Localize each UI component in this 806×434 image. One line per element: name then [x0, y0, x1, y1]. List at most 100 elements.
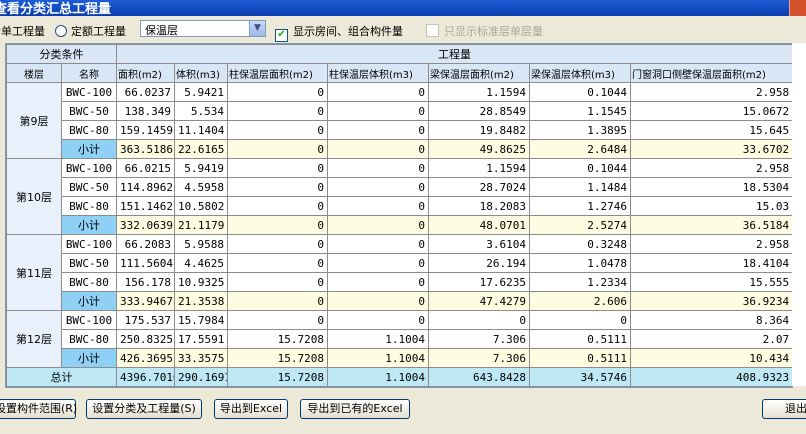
- quantity-cell: 0: [227, 196, 328, 216]
- quantity-cell: 0: [529, 310, 631, 330]
- table-row[interactable]: 第12层 BWC-100 175.537 15.7984 0 0 0 0 8.364: [6, 310, 792, 368]
- set-classification-button[interactable]: 设置分类及工程量(S): [86, 399, 202, 419]
- subtotal-cell: 0: [327, 215, 429, 235]
- quantity-cell: 111.5604: [116, 253, 175, 273]
- quantity-cell: 1.1545: [529, 101, 631, 121]
- options-toolbar: 清单工程量 定额工程量 保温层 ▼ ✔ 显示房间、组合构件量 只显示标准层单层量: [0, 16, 806, 42]
- category-select[interactable]: 保温层 ▼: [140, 20, 266, 37]
- quantity-cell: 19.8482: [428, 120, 530, 140]
- chevron-down-icon[interactable]: ▼: [249, 21, 265, 36]
- component-name-cell: BWC-100: [61, 234, 117, 254]
- component-name-cell: BWC-80: [61, 272, 117, 292]
- component-name-cell: BWC-80: [61, 120, 117, 140]
- quantity-cell: 2.958: [629, 158, 792, 178]
- subtotal-cell: 21.1179: [174, 215, 228, 235]
- total-cell: 643.8428: [428, 367, 530, 387]
- subtotal-cell: 15.7208: [227, 348, 328, 368]
- category-select-value: 保温层: [145, 24, 178, 37]
- quantity-cell: 28.8549: [428, 101, 530, 121]
- export-existing-excel-button[interactable]: 导出到已有的Excel: [300, 399, 410, 419]
- total-cell: 290.1691: [174, 367, 228, 387]
- quantity-cell: 0: [327, 234, 429, 254]
- table-row[interactable]: BWC-50 138.349 5.534 0 0 28.8549 1.1545 15.0672: [7, 101, 792, 121]
- header-columns-row: 楼层 名称 面积(m2) 体积(m3) 柱保温层面积(m2) 柱保温层体积(m3) 梁保温层…: [6, 63, 792, 83]
- component-name-cell: BWC-100: [61, 158, 117, 178]
- table-row[interactable]: BWC-50 111.5604 4.4625 0 0 26.194 1.0478 18.410…: [7, 253, 792, 273]
- column-header: 门窗洞口侧壁保温层面积(m2): [629, 63, 792, 83]
- quantity-cell: 0: [227, 272, 328, 292]
- subtotal-cell: 0.5111: [529, 348, 631, 368]
- header-group-row: 分类条件 工程量: [6, 44, 792, 64]
- subtotal-cell: 332.0639: [116, 215, 175, 235]
- column-header: 面积(m2): [116, 63, 175, 83]
- quantity-cell: 11.1404: [174, 120, 228, 140]
- title-bar: 查看分类汇总工程量: [0, 0, 806, 17]
- quantity-cell: 0: [428, 310, 530, 330]
- component-name-cell: BWC-80: [61, 329, 117, 349]
- table-row[interactable]: BWC-80 156.178 10.9325 0 0 17.6235 1.2334 15.55…: [7, 272, 792, 292]
- column-header: 楼层: [6, 63, 62, 83]
- quantity-cell: 5.9588: [174, 234, 228, 254]
- radio-quota-quantity[interactable]: 定额工程量: [55, 23, 126, 39]
- quantity-cell: 0: [327, 120, 429, 140]
- total-cell: 408.9323: [629, 367, 792, 387]
- quantity-cell: 8.364: [629, 310, 792, 330]
- set-range-button[interactable]: 设置构件范围(R): [0, 399, 77, 419]
- quantity-cell: 0: [227, 310, 328, 330]
- total-cell: 34.5746: [529, 367, 631, 387]
- quantity-cell: 0: [227, 177, 328, 197]
- window-title: 查看分类汇总工程量: [0, 2, 112, 17]
- total-row[interactable]: 总计 4396.7016 290.1691 15.7208 1.1004 643.8428…: [6, 367, 792, 387]
- quantity-cell: 1.1594: [428, 158, 530, 178]
- subtotal-row[interactable]: 小计 333.9467 21.3538 0 0 47.4279 2.606 36.9234: [7, 291, 792, 311]
- subtotal-cell: 47.4279: [428, 291, 530, 311]
- table-row[interactable]: 第10层 BWC-100 66.0215 5.9419 0 0 1.1594 0.1044 2.…: [6, 158, 792, 235]
- vertical-scrollbar[interactable]: [792, 43, 806, 386]
- component-name-cell: BWC-50: [61, 253, 117, 273]
- exit-button[interactable]: 退出: [762, 399, 806, 419]
- component-name-cell: BWC-80: [61, 196, 117, 216]
- radio-bill-quantity[interactable]: 清单工程量: [0, 23, 45, 39]
- quantity-cell: 5.9421: [174, 82, 228, 102]
- quantity-cell: 0: [227, 158, 328, 178]
- subtotal-cell: 36.5184: [629, 215, 792, 235]
- floor-cell: 第11层: [6, 234, 62, 311]
- column-header: 柱保温层面积(m2): [227, 63, 328, 83]
- close-button[interactable]: [789, 0, 806, 16]
- quantity-cell: 0.3248: [529, 234, 631, 254]
- standard-floor-checkbox[interactable]: 只显示标准层单层量: [426, 23, 543, 39]
- quantity-cell: 1.2746: [529, 196, 631, 216]
- quantity-cell: 151.1462: [116, 196, 175, 216]
- subtotal-label: 小计: [61, 215, 117, 235]
- subtotal-row[interactable]: 小计 363.5186 22.6165 0 0 49.8625 2.6484 33.6702: [7, 139, 792, 159]
- floor-cell: 第12层: [6, 310, 62, 368]
- quantity-cell: 15.7984: [174, 310, 228, 330]
- subtotal-row[interactable]: 小计 332.0639 21.1179 0 0 48.0701 2.5274 36.5184: [7, 215, 792, 235]
- floor-cell: 第9层: [6, 82, 62, 159]
- table-row[interactable]: 第9层 BWC-100 66.0237 5.9421 0 0 1.1594 0.1044 2.9…: [6, 82, 792, 159]
- subtotal-cell: 22.6165: [174, 139, 228, 159]
- table-row[interactable]: BWC-80 159.1459 11.1404 0 0 19.8482 1.3895 15.6…: [7, 120, 792, 140]
- column-header: 体积(m3): [174, 63, 228, 83]
- quantity-cell: 4.5958: [174, 177, 228, 197]
- export-excel-button[interactable]: 导出到Excel: [214, 399, 288, 419]
- table-row[interactable]: 第11层 BWC-100 66.2083 5.9588 0 0 3.6104 0.3248 2.…: [6, 234, 792, 311]
- quantity-cell: 17.6235: [428, 272, 530, 292]
- summary-grid: 分类条件 工程量 楼层 名称 面积(m2) 体积(m3) 柱保温层面积(m2) 柱保温层体积(…: [5, 43, 793, 388]
- quantity-cell: 156.178: [116, 272, 175, 292]
- subtotal-cell: 7.306: [428, 348, 530, 368]
- quantity-cell: 0: [327, 177, 429, 197]
- subtotal-cell: 2.606: [529, 291, 631, 311]
- subtotal-label: 小计: [61, 348, 117, 368]
- subtotal-cell: 363.5186: [116, 139, 175, 159]
- show-rooms-checkbox[interactable]: ✔ 显示房间、组合构件量: [275, 23, 403, 42]
- quantity-cell: 1.3895: [529, 120, 631, 140]
- column-header: 梁保温层体积(m3): [529, 63, 631, 83]
- subtotal-row[interactable]: 小计 426.3695 33.3575 15.7208 1.1004 7.306 0.511…: [7, 348, 792, 368]
- table-row[interactable]: BWC-80 151.1462 10.5802 0 0 18.2083 1.2746 15.0…: [7, 196, 792, 216]
- table-row[interactable]: BWC-50 114.8962 4.5958 0 0 28.7024 1.1484 18.53…: [7, 177, 792, 197]
- header-classification: 分类条件: [6, 44, 117, 64]
- table-row[interactable]: BWC-80 250.8325 17.5591 15.7208 1.1004 7.306 0…: [7, 329, 792, 349]
- column-header: 名称: [61, 63, 117, 83]
- quantity-cell: 0: [227, 234, 328, 254]
